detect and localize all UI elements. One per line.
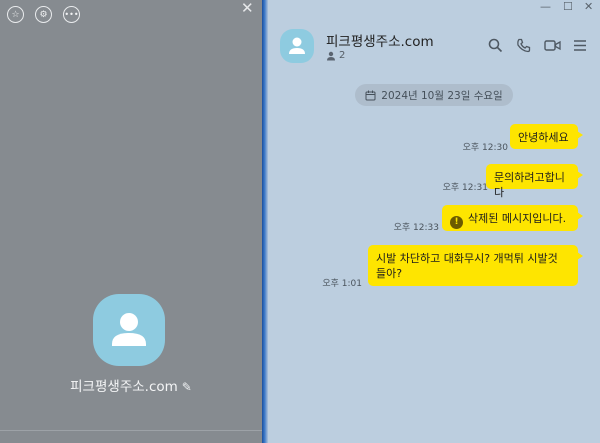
close-icon[interactable]: ✕: [241, 0, 254, 17]
date-divider: 2024년 10월 23일 수요일: [355, 84, 513, 106]
profile-panel: ☆ ⚙ ••• ✕ 피크평생주소.com ✎: [0, 0, 262, 443]
settings-icon[interactable]: ⚙: [35, 6, 52, 23]
edit-icon[interactable]: ✎: [182, 380, 192, 394]
person-icon: [289, 37, 305, 54]
deleted-message-bubble[interactable]: ! 삭제된 메시지입니다.: [442, 205, 583, 231]
message-bubble[interactable]: 문의하려고합니다: [486, 164, 583, 199]
chat-title: 피크평생주소.com: [326, 34, 434, 50]
date-text: 2024년 10월 23일 수요일: [381, 89, 503, 102]
message-text: 안녕하세요: [518, 131, 569, 144]
maximize-icon[interactable]: ☐: [563, 0, 573, 13]
message-text: 삭제된 메시지입니다.: [468, 212, 567, 225]
close-window-icon[interactable]: ✕: [584, 0, 593, 13]
message-time: 오후 12:33: [393, 223, 439, 233]
message-time: 오후 12:31: [442, 183, 488, 193]
search-icon[interactable]: [488, 38, 503, 53]
warning-icon: !: [450, 216, 463, 229]
message-bubble[interactable]: 시발 차단하고 대화무시? 개먹튀 시발것 들아?: [368, 245, 583, 286]
member-count-value: 2: [339, 50, 346, 61]
profile-name-row: 피크평생주소.com ✎: [0, 375, 262, 395]
menu-icon[interactable]: [573, 38, 587, 53]
more-icon[interactable]: •••: [63, 6, 80, 23]
calendar-icon: [365, 90, 376, 100]
profile-name: 피크평생주소.com: [70, 379, 178, 395]
chat-avatar[interactable]: [280, 29, 314, 63]
message-bubble[interactable]: 안녕하세요: [510, 124, 583, 149]
divider-line: [0, 430, 262, 431]
star-icon[interactable]: ☆: [7, 6, 24, 23]
phone-icon[interactable]: [516, 38, 531, 53]
person-icon: [112, 313, 146, 346]
message-time: 오후 12:30: [462, 143, 508, 153]
member-icon: [327, 51, 335, 60]
message-text: 문의하려고합니다: [494, 171, 565, 199]
message-time: 오후 1:01: [322, 279, 362, 289]
minimize-icon[interactable]: —: [540, 0, 551, 13]
message-text: 시발 차단하고 대화무시? 개먹튀 시발것 들아?: [376, 252, 558, 280]
profile-avatar[interactable]: [93, 294, 165, 366]
chat-window: — ☐ ✕ 피크평생주소.com 2 2024년 10월 23일 수요일 오후 …: [268, 0, 600, 443]
member-count[interactable]: 2: [326, 50, 345, 61]
video-call-icon[interactable]: [544, 38, 561, 53]
